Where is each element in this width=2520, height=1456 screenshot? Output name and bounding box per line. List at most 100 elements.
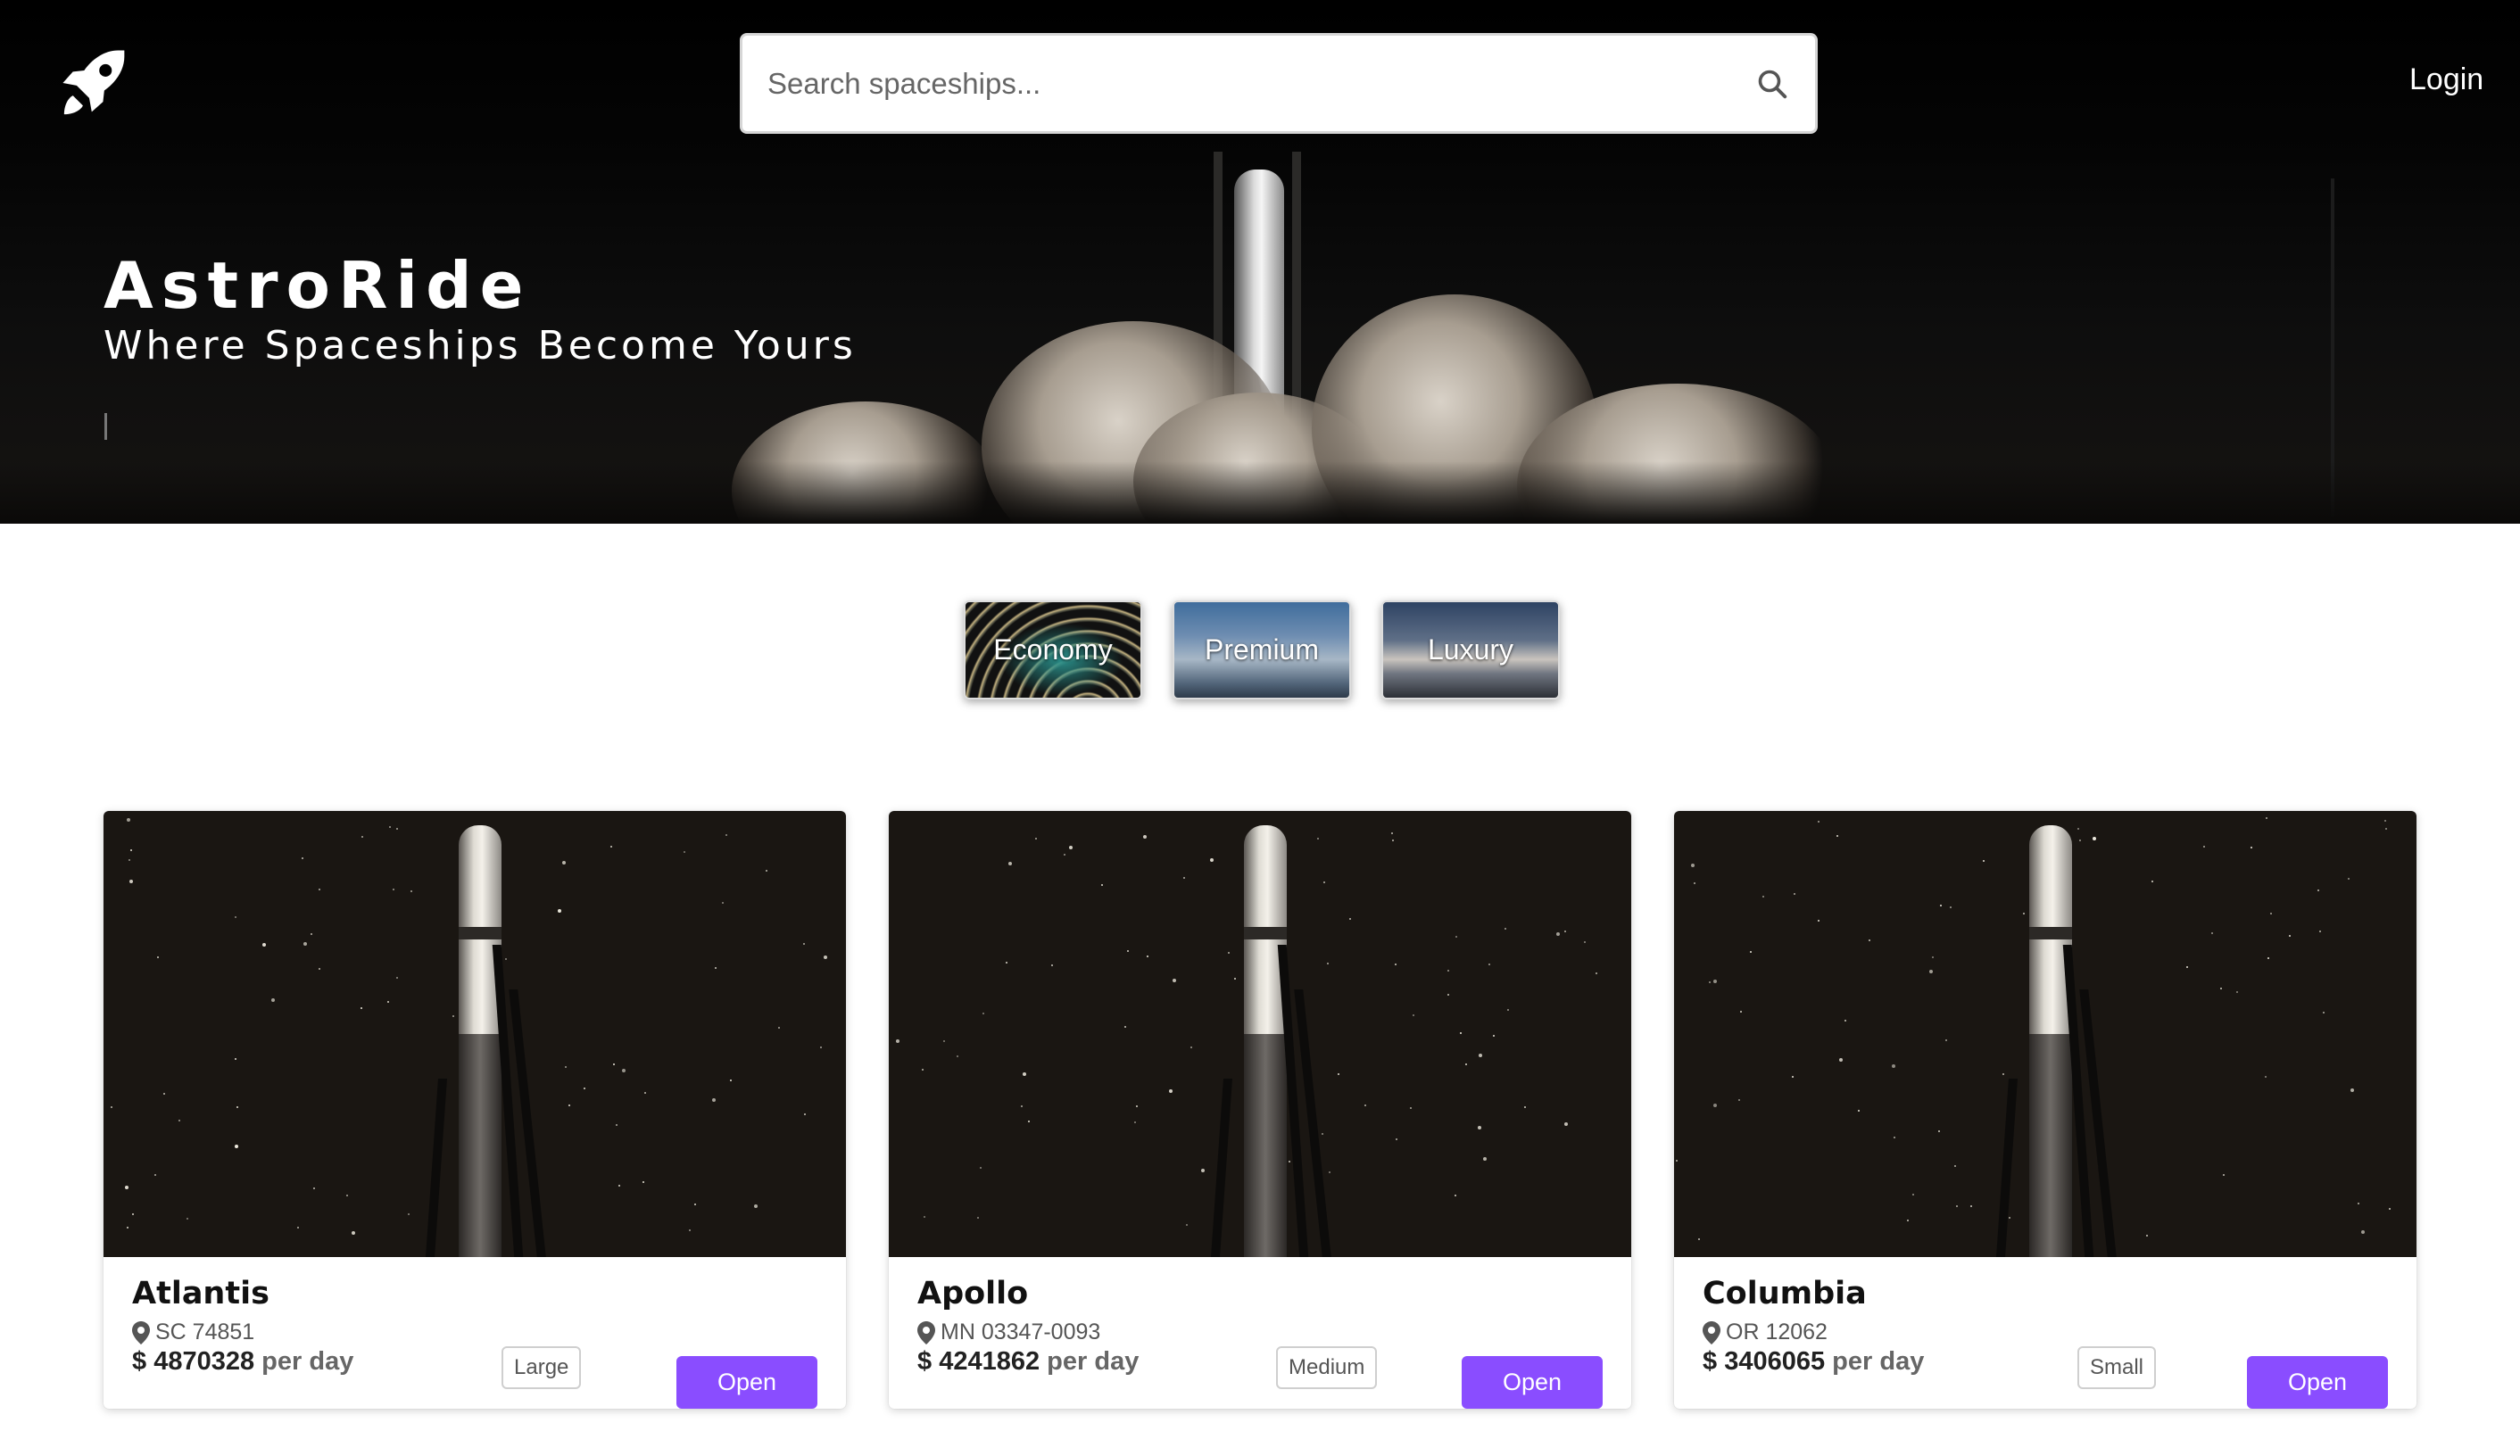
category-economy[interactable]: Economy: [964, 600, 1142, 699]
star: [2361, 1230, 2365, 1234]
star: [1858, 1110, 1860, 1112]
card-body: Atlantis SC 74851 $ 4870328 per day Larg…: [132, 1275, 817, 1409]
star: [1505, 928, 1506, 930]
star: [1907, 1220, 1909, 1221]
category-luxury[interactable]: Luxury: [1381, 600, 1560, 699]
open-button[interactable]: Open: [2247, 1356, 2388, 1409]
star: [235, 1145, 238, 1148]
login-link[interactable]: Login: [2409, 62, 2483, 97]
star: [2093, 837, 2096, 840]
star: [2267, 957, 2269, 959]
star: [1694, 882, 1695, 884]
star: [1023, 1072, 1026, 1076]
ship-location: OR 12062: [1703, 1320, 2388, 1345]
star: [127, 818, 130, 822]
star: [1983, 860, 1985, 862]
star: [2223, 1174, 2225, 1176]
star: [778, 1027, 780, 1029]
star: [2236, 991, 2238, 993]
star: [1929, 970, 1933, 973]
star: [1460, 1032, 1462, 1034]
star: [1488, 964, 1490, 965]
star: [1143, 835, 1147, 839]
star: [408, 1213, 410, 1215]
star: [1395, 964, 1397, 965]
star: [128, 859, 130, 861]
star: [1327, 963, 1329, 964]
star: [562, 861, 566, 864]
ship-card[interactable]: Atlantis SC 74851 $ 4870328 per day Larg…: [104, 811, 846, 1409]
price-amount: 3406065: [1724, 1347, 1826, 1376]
star: [2289, 935, 2291, 937]
ship-name: Columbia: [1703, 1276, 1867, 1311]
star: [1136, 1105, 1138, 1107]
star: [2323, 1012, 2325, 1013]
rocket-icon[interactable]: [55, 43, 136, 123]
open-button[interactable]: Open: [676, 1356, 817, 1409]
star: [684, 851, 685, 853]
star: [1691, 864, 1695, 867]
location-text: MN 03347-0093: [941, 1320, 1101, 1344]
size-badge: Small: [2077, 1346, 2157, 1389]
star: [303, 942, 307, 946]
star: [1792, 1076, 1794, 1078]
star: [565, 1066, 567, 1068]
size-badge: Medium: [1276, 1346, 1378, 1389]
star: [1596, 972, 1597, 974]
star: [352, 1231, 355, 1235]
star: [1564, 931, 1566, 932]
star: [2265, 1076, 2267, 1078]
star: [157, 956, 159, 958]
star: [1169, 1089, 1173, 1093]
launch-strut: [1211, 1079, 1232, 1257]
star: [187, 1218, 188, 1220]
open-button[interactable]: Open: [1462, 1356, 1603, 1409]
star: [1410, 1107, 1412, 1109]
star: [132, 1213, 134, 1215]
star: [980, 1167, 982, 1169]
star: [1447, 970, 1449, 972]
star: [2211, 932, 2213, 934]
star: [313, 1187, 315, 1189]
price-amount: 4241862: [939, 1347, 1040, 1376]
star: [803, 943, 805, 945]
search-bar[interactable]: [740, 33, 1818, 134]
star: [1912, 1194, 1914, 1195]
ship-card[interactable]: Columbia OR 12062 $ 3406065 per day Smal…: [1674, 811, 2416, 1409]
star: [1391, 832, 1393, 834]
star: [125, 1186, 128, 1189]
ship-card[interactable]: Apollo MN 03347-0093 $ 4241862 per day M…: [889, 811, 1631, 1409]
ship-location: MN 03347-0093: [917, 1320, 1603, 1345]
star: [804, 1113, 806, 1115]
star: [2251, 847, 2252, 848]
brand-title: AstroRide: [104, 248, 532, 323]
star: [346, 1195, 348, 1196]
star: [111, 1106, 112, 1108]
star: [361, 1007, 362, 1009]
star: [130, 849, 132, 851]
star: [2077, 828, 2079, 830]
star: [1818, 920, 1820, 922]
star: [452, 1015, 454, 1017]
star: [1413, 1014, 1414, 1016]
star: [1698, 1238, 1700, 1240]
star: [1794, 893, 1795, 895]
search-icon[interactable]: [1754, 66, 1790, 102]
star: [1190, 1046, 1192, 1048]
star: [754, 1204, 758, 1208]
star: [1938, 1130, 1940, 1132]
rocket-lower: [1244, 1034, 1287, 1257]
star: [1329, 1171, 1330, 1173]
search-input[interactable]: [767, 66, 1754, 101]
star: [1134, 1121, 1136, 1123]
star: [1709, 981, 1711, 983]
star: [2385, 828, 2387, 830]
star: [957, 1055, 958, 1057]
star: [1064, 854, 1065, 856]
star: [1844, 1020, 1846, 1022]
rocket-lower: [459, 1034, 502, 1257]
category-premium[interactable]: Premium: [1173, 600, 1351, 699]
rocket-band: [459, 927, 502, 939]
star: [694, 1204, 696, 1205]
star: [616, 1124, 618, 1126]
